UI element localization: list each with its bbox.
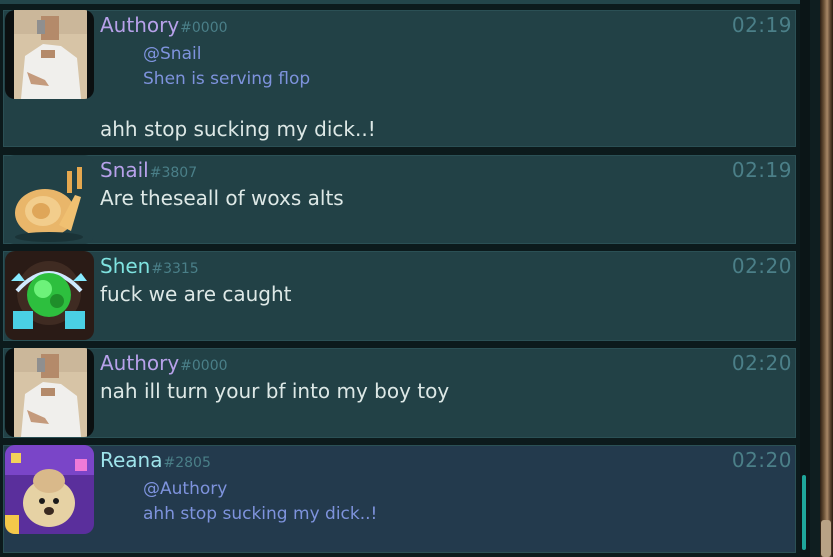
user-avatar[interactable] — [5, 445, 94, 534]
scrollbar-thumb[interactable] — [802, 475, 806, 550]
message-header: Authory#0000 — [100, 13, 228, 37]
message-timestamp: 02:19 — [731, 13, 792, 37]
reply-mention[interactable]: @Authory — [143, 479, 227, 499]
frame-handle — [821, 520, 831, 557]
photo-man-avatar-icon — [5, 348, 94, 437]
user-avatar[interactable] — [5, 348, 94, 437]
reply-preview[interactable]: Shen is serving flop — [143, 69, 310, 89]
chat-message[interactable]: Snail#3807 02:19 Are theseall of woxs al… — [3, 155, 796, 244]
chat-log[interactable]: Authory#0000 02:19 @Snail Shen is servin… — [0, 0, 800, 557]
reply-preview[interactable]: ahh stop sucking my dick..! — [143, 504, 377, 524]
chat-message[interactable]: Shen#3315 02:20 fuck we are caught — [3, 251, 796, 341]
chat-message[interactable]: Reana#2805 02:20 @Authory ahh stop sucki… — [3, 445, 796, 553]
author-discriminator: #2805 — [163, 455, 211, 471]
user-avatar[interactable] — [5, 155, 94, 244]
author-name[interactable]: Snail — [100, 158, 149, 182]
message-timestamp: 02:20 — [731, 254, 792, 278]
message-header: Reana#2805 — [100, 448, 211, 472]
message-timestamp: 02:20 — [731, 351, 792, 375]
message-text: nah ill turn your bf into my boy toy — [100, 379, 450, 403]
message-header: Authory#0000 — [100, 351, 228, 375]
dog-purple-avatar-icon — [5, 445, 94, 534]
author-discriminator: #3807 — [149, 165, 198, 181]
message-text: Are theseall of woxs alts — [100, 186, 344, 210]
author-name[interactable]: Authory — [100, 13, 179, 37]
scrollbar-track[interactable] — [800, 0, 810, 557]
wood-frame-edge — [820, 0, 833, 557]
message-timestamp: 02:20 — [731, 448, 792, 472]
chat-message[interactable]: Authory#0000 02:19 @Snail Shen is servin… — [3, 10, 796, 147]
author-discriminator: #3315 — [151, 261, 199, 277]
message-text: ahh stop sucking my dick..! — [100, 117, 376, 141]
user-avatar[interactable] — [5, 251, 94, 340]
message-header: Shen#3315 — [100, 254, 199, 278]
snail-plush-avatar-icon — [5, 155, 94, 244]
chat-message[interactable]: Authory#0000 02:20 nah ill turn your bf … — [3, 348, 796, 438]
message-timestamp: 02:19 — [731, 158, 792, 182]
author-name[interactable]: Shen — [100, 254, 150, 278]
author-discriminator: #0000 — [180, 20, 228, 36]
reply-mention[interactable]: @Snail — [143, 44, 201, 64]
message-text: fuck we are caught — [100, 282, 292, 306]
user-avatar[interactable] — [5, 10, 94, 99]
message-header: Snail#3807 — [100, 158, 197, 182]
author-discriminator: #0000 — [180, 358, 228, 374]
author-name[interactable]: Reana — [100, 448, 163, 472]
green-gem-avatar-icon — [5, 251, 94, 340]
photo-man-avatar-icon — [5, 10, 94, 99]
author-name[interactable]: Authory — [100, 351, 179, 375]
